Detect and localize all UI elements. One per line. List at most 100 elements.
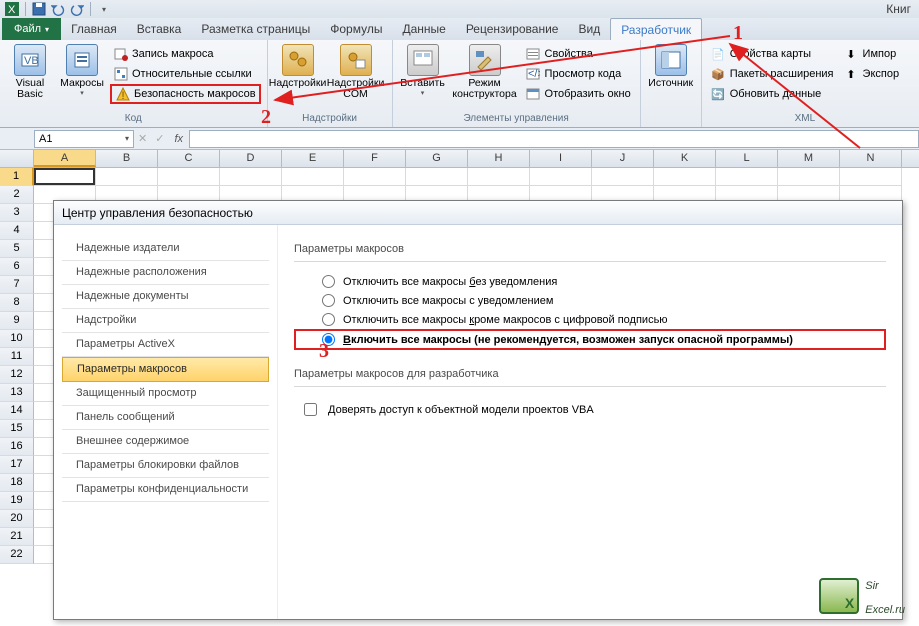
row-header-19[interactable]: 19	[0, 492, 34, 510]
row-header-5[interactable]: 5	[0, 240, 34, 258]
row-header-8[interactable]: 8	[0, 294, 34, 312]
col-header-B[interactable]: B	[96, 150, 158, 167]
row-header-21[interactable]: 21	[0, 528, 34, 546]
tab-view[interactable]: Вид	[568, 18, 610, 40]
cell[interactable]	[654, 168, 716, 186]
row-header-6[interactable]: 6	[0, 258, 34, 276]
properties-button[interactable]: Свойства	[523, 44, 634, 64]
checkbox-trust-vba[interactable]: Доверять доступ к объектной модели проек…	[294, 397, 886, 422]
row-header-12[interactable]: 12	[0, 366, 34, 384]
col-header-M[interactable]: M	[778, 150, 840, 167]
cell[interactable]	[220, 168, 282, 186]
col-header-L[interactable]: L	[716, 150, 778, 167]
row-header-17[interactable]: 17	[0, 456, 34, 474]
export-button[interactable]: ⬆Экспор	[841, 64, 903, 84]
nav-item[interactable]: Параметры макросов	[62, 357, 269, 382]
cell[interactable]	[716, 168, 778, 186]
cancel-icon[interactable]: ✕	[138, 132, 147, 145]
expansion-packs-button[interactable]: 📦Пакеты расширения	[708, 64, 837, 84]
visual-basic-button[interactable]: VB Visual Basic	[6, 42, 54, 100]
radio-disable-with-notify[interactable]: Отключить все макросы с уведомлением	[294, 291, 886, 310]
row-header-20[interactable]: 20	[0, 510, 34, 528]
name-box[interactable]: A1▾	[34, 130, 134, 148]
tab-home[interactable]: Главная	[61, 18, 127, 40]
fx-icon[interactable]: fx	[174, 133, 183, 145]
nav-item[interactable]: Внешнее содержимое	[62, 430, 269, 454]
design-mode-button[interactable]: Режим конструктора	[451, 42, 519, 100]
radio-enable-all-macros[interactable]: Включить все макросы (не рекомендуется, …	[294, 329, 886, 350]
row-header-14[interactable]: 14	[0, 402, 34, 420]
qat-dropdown-icon[interactable]: ▾	[96, 1, 112, 17]
enter-icon[interactable]: ✓	[155, 132, 164, 145]
row-header-1[interactable]: 1	[0, 168, 34, 186]
relative-refs-button[interactable]: Относительные ссылки	[110, 64, 261, 84]
map-properties-button[interactable]: 📄Свойства карты	[708, 44, 837, 64]
col-header-A[interactable]: A	[34, 150, 96, 167]
formula-input[interactable]	[189, 130, 919, 148]
tab-insert[interactable]: Вставка	[127, 18, 192, 40]
tab-page-layout[interactable]: Разметка страницы	[191, 18, 320, 40]
addins-button[interactable]: Надстройки	[274, 42, 322, 89]
cell[interactable]	[530, 168, 592, 186]
cell[interactable]	[282, 168, 344, 186]
com-addins-button[interactable]: Надстройки COM	[326, 42, 386, 100]
file-tab[interactable]: Файл▾	[2, 18, 61, 40]
row-header-10[interactable]: 10	[0, 330, 34, 348]
cell[interactable]	[468, 168, 530, 186]
refresh-data-button[interactable]: 🔄Обновить данные	[708, 84, 837, 104]
row-header-18[interactable]: 18	[0, 474, 34, 492]
nav-item[interactable]: Надежные издатели	[62, 237, 269, 261]
col-header-D[interactable]: D	[220, 150, 282, 167]
nav-item[interactable]: Панель сообщений	[62, 406, 269, 430]
row-header-15[interactable]: 15	[0, 420, 34, 438]
nav-item[interactable]: Защищенный просмотр	[62, 382, 269, 406]
radio-disable-except-signed[interactable]: Отключить все макросы кроме макросов с ц…	[294, 310, 886, 329]
cell[interactable]	[344, 168, 406, 186]
redo-icon[interactable]	[69, 1, 85, 17]
row-header-22[interactable]: 22	[0, 546, 34, 564]
cell[interactable]	[406, 168, 468, 186]
run-dialog-button[interactable]: Отобразить окно	[523, 84, 634, 104]
col-header-J[interactable]: J	[592, 150, 654, 167]
cell[interactable]	[592, 168, 654, 186]
view-code-button[interactable]: </>Просмотр кода	[523, 64, 634, 84]
col-header-K[interactable]: K	[654, 150, 716, 167]
row-header-11[interactable]: 11	[0, 348, 34, 366]
radio-disable-no-notify[interactable]: Отключить все макросы без уведомления	[294, 272, 886, 291]
nav-item[interactable]: Параметры конфиденциальности	[62, 478, 269, 502]
nav-item[interactable]: Надежные расположения	[62, 261, 269, 285]
macros-button[interactable]: Макросы ▾	[58, 42, 106, 97]
row-header-3[interactable]: 3	[0, 204, 34, 222]
col-header-N[interactable]: N	[840, 150, 902, 167]
tab-data[interactable]: Данные	[392, 18, 455, 40]
undo-icon[interactable]	[50, 1, 66, 17]
tab-formulas[interactable]: Формулы	[320, 18, 392, 40]
save-icon[interactable]	[31, 1, 47, 17]
nav-item[interactable]: Параметры ActiveX	[62, 333, 269, 357]
tab-developer[interactable]: Разработчик	[610, 18, 702, 40]
col-header-F[interactable]: F	[344, 150, 406, 167]
cell[interactable]	[158, 168, 220, 186]
row-header-2[interactable]: 2	[0, 186, 34, 204]
col-header-E[interactable]: E	[282, 150, 344, 167]
nav-item[interactable]: Параметры блокировки файлов	[62, 454, 269, 478]
record-macro-button[interactable]: Запись макроса	[110, 44, 261, 64]
select-all-corner[interactable]	[0, 150, 34, 167]
tab-review[interactable]: Рецензирование	[456, 18, 569, 40]
col-header-C[interactable]: C	[158, 150, 220, 167]
source-button[interactable]: Источник	[647, 42, 695, 89]
macro-security-button[interactable]: !Безопасность макросов	[110, 84, 261, 104]
insert-control-button[interactable]: Вставить▾	[399, 42, 447, 97]
col-header-H[interactable]: H	[468, 150, 530, 167]
import-button[interactable]: ⬇Импор	[841, 44, 903, 64]
col-header-I[interactable]: I	[530, 150, 592, 167]
nav-item[interactable]: Надстройки	[62, 309, 269, 333]
cell[interactable]	[778, 168, 840, 186]
cell[interactable]	[96, 168, 158, 186]
row-header-9[interactable]: 9	[0, 312, 34, 330]
row-header-13[interactable]: 13	[0, 384, 34, 402]
row-header-4[interactable]: 4	[0, 222, 34, 240]
col-header-G[interactable]: G	[406, 150, 468, 167]
cell[interactable]	[840, 168, 902, 186]
row-header-7[interactable]: 7	[0, 276, 34, 294]
